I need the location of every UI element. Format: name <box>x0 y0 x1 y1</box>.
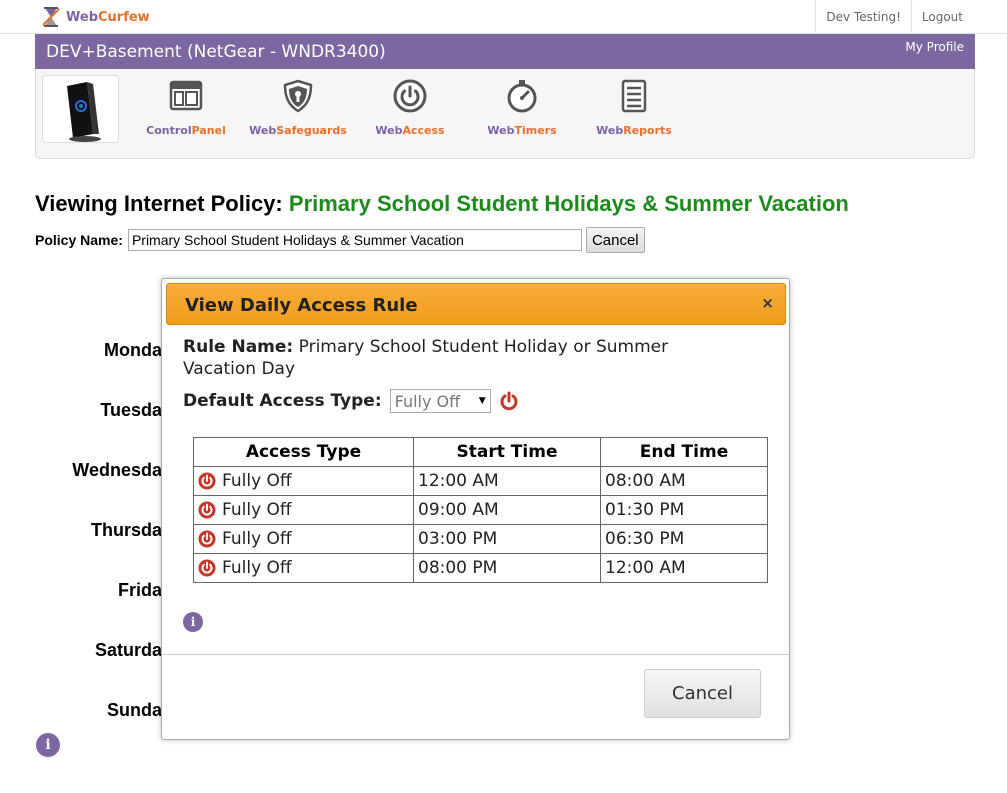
nav-webaccess[interactable]: WebAccess <box>355 79 465 137</box>
device-title: DEV+Basement (NetGear - WNDR3400) <box>46 42 386 62</box>
day-label-sunday: Sunda <box>106 700 162 720</box>
table-row: Fully Off 08:00 PM 12:00 AM <box>193 553 768 583</box>
end-time-cell: 06:30 PM <box>600 524 768 554</box>
top-links: Dev Testing! Logout <box>815 0 973 34</box>
end-time-cell: 08:00 AM <box>600 466 768 496</box>
rule-name: Rule Name: Primary School Student Holida… <box>183 336 743 380</box>
control-panel-icon <box>169 80 203 111</box>
router-image <box>42 75 119 143</box>
dropdown-caret-icon: ▼ <box>478 396 486 406</box>
user-account-link[interactable]: Dev Testing! <box>815 0 911 34</box>
logo-text-curfew: Curfew <box>98 9 150 25</box>
access-rules-table: Access Type Start Time End Time Fully Of… <box>193 437 768 583</box>
hourglass-logo-icon <box>42 7 60 27</box>
start-time-cell: 03:00 PM <box>413 524 601 554</box>
access-type-cell: Fully Off <box>193 553 414 583</box>
page-title: Viewing Internet Policy: Primary School … <box>35 191 849 217</box>
start-time-cell: 08:00 PM <box>413 553 601 583</box>
policy-cancel-button[interactable]: Cancel <box>585 227 645 253</box>
power-off-icon <box>198 559 216 577</box>
dialog-header: View Daily Access Rule × <box>166 283 786 325</box>
top-bar: WebCurfew Dev Testing! Logout <box>0 0 1007 34</box>
policy-name-row: Policy Name: Cancel <box>35 227 645 253</box>
close-icon[interactable]: × <box>761 294 774 312</box>
access-type-value: Fully Off <box>222 471 292 491</box>
start-time-cell: 12:00 AM <box>413 466 601 496</box>
table-row: Fully Off 03:00 PM 06:30 PM <box>193 524 768 554</box>
nav-control-panel-label-b: Panel <box>191 124 226 137</box>
start-time-cell: 09:00 AM <box>413 495 601 525</box>
header-start-time: Start Time <box>413 437 601 467</box>
report-document-icon <box>621 79 647 113</box>
power-off-icon <box>198 472 216 490</box>
header-end-time: End Time <box>600 437 768 467</box>
nav-websafeguards[interactable]: WebSafeguards <box>243 79 353 137</box>
table-row: Fully Off 09:00 AM 01:30 PM <box>193 495 768 525</box>
logo-text-web: Web <box>66 9 98 25</box>
nav-webreports-label-b: Reports <box>623 124 672 137</box>
access-type-value: Fully Off <box>222 558 292 578</box>
policy-name-input[interactable] <box>127 229 582 251</box>
logout-link[interactable]: Logout <box>910 0 973 34</box>
device-header: DEV+Basement (NetGear - WNDR3400) My Pro… <box>35 34 975 69</box>
dialog-title: View Daily Access Rule <box>185 295 418 316</box>
day-label-thursday: Thursda <box>90 520 162 540</box>
dialog-cancel-button[interactable]: Cancel <box>644 669 761 718</box>
dialog-info-icon[interactable]: i <box>183 612 203 632</box>
header-access-type: Access Type <box>193 437 414 467</box>
router-device-icon <box>67 82 101 142</box>
table-row: Fully Off 12:00 AM 08:00 AM <box>193 466 768 496</box>
access-type-cell: Fully Off <box>193 495 414 525</box>
day-label-monday: Monda <box>104 340 162 360</box>
default-access-label: Default Access Type: <box>183 391 382 411</box>
webcurfew-logo[interactable]: WebCurfew <box>40 4 150 30</box>
stopwatch-icon <box>507 80 537 113</box>
access-type-value: Fully Off <box>222 529 292 549</box>
default-access-value: Fully Off <box>394 391 461 411</box>
nav-webtimers[interactable]: WebTimers <box>467 79 577 137</box>
policy-name-label: Policy Name: <box>35 232 123 248</box>
access-type-value: Fully Off <box>222 500 292 520</box>
info-icon[interactable]: i <box>36 733 60 757</box>
nav-webreports-label-a: Web <box>596 124 624 137</box>
access-type-cell: Fully Off <box>193 524 414 554</box>
power-off-icon <box>198 501 216 519</box>
nav-webtimers-label-b: Timers <box>514 124 557 137</box>
power-off-icon <box>198 530 216 548</box>
nav-websafeguards-label-b: Safeguards <box>276 124 347 137</box>
end-time-cell: 12:00 AM <box>600 553 768 583</box>
nav-webtimers-label-a: Web <box>487 124 515 137</box>
nav-panel: ControlPanel WebSafeguards WebAccess Web… <box>35 69 975 159</box>
end-time-cell: 01:30 PM <box>600 495 768 525</box>
power-off-icon <box>500 391 518 411</box>
day-label-friday: Frida <box>117 580 162 600</box>
table-header-row: Access Type Start Time End Time <box>193 437 768 467</box>
default-access-select[interactable]: Fully Off ▼ <box>389 389 491 413</box>
nav-webaccess-label-b: Access <box>402 124 445 137</box>
nav-webreports[interactable]: WebReports <box>579 79 689 137</box>
rule-name-label: Rule Name: <box>183 337 294 357</box>
view-daily-access-rule-dialog: View Daily Access Rule × Rule Name: Prim… <box>161 278 790 740</box>
nav-webaccess-label-a: Web <box>375 124 403 137</box>
day-label-tuesday: Tuesda <box>100 400 162 420</box>
power-icon <box>393 79 427 113</box>
access-type-cell: Fully Off <box>193 466 414 496</box>
my-profile-link[interactable]: My Profile <box>905 40 964 54</box>
dialog-divider <box>162 654 789 655</box>
day-label-wednesday: Wednesda <box>72 460 162 480</box>
page-title-prefix: Viewing Internet Policy: <box>35 191 283 216</box>
nav-control-panel[interactable]: ControlPanel <box>131 79 241 137</box>
day-label-saturday: Saturda <box>94 640 162 660</box>
shield-keyhole-icon <box>283 79 313 113</box>
page-title-policy: Primary School Student Holidays & Summer… <box>288 191 849 216</box>
nav-control-panel-label-a: Control <box>146 124 192 137</box>
nav-websafeguards-label-a: Web <box>249 124 277 137</box>
default-access-row: Default Access Type: Fully Off ▼ <box>183 389 519 413</box>
